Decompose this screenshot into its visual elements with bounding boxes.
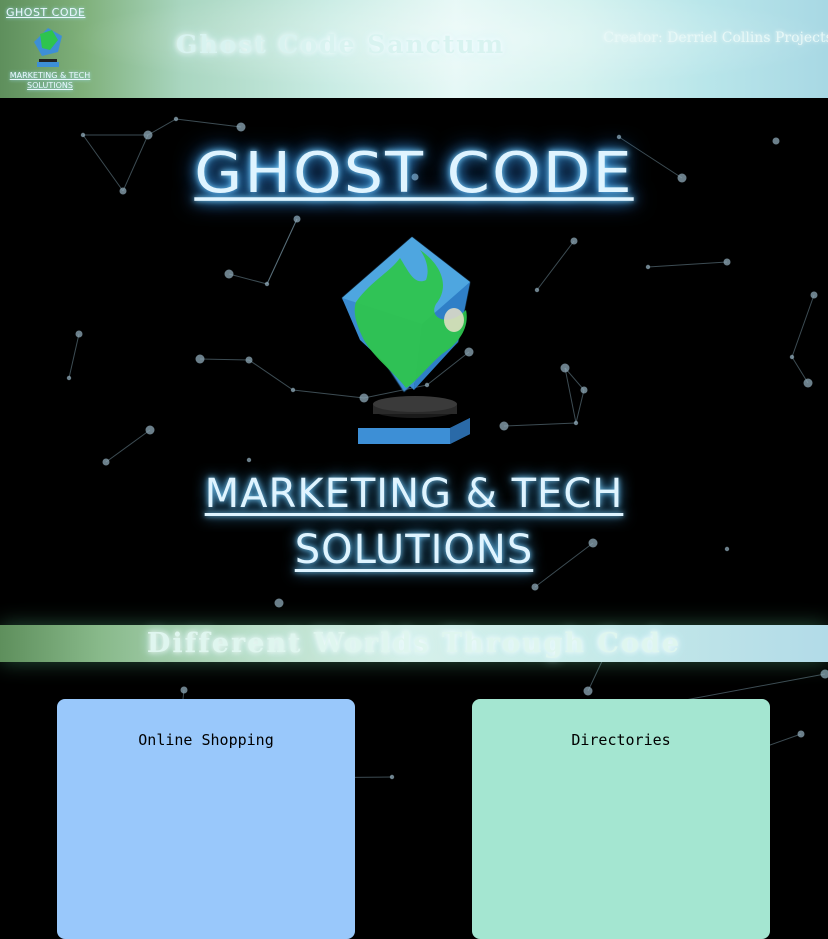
network-node [646,265,650,269]
cube-logo-icon [30,26,66,70]
network-node [821,670,828,679]
network-node [535,288,539,292]
cube-logo-icon [330,232,500,452]
network-node [811,292,818,299]
card-title: Online Shopping [57,731,355,749]
network-node [103,459,110,466]
hero-title-text: GHOST CODE [194,140,633,206]
network-node [146,426,155,435]
network-node [265,282,269,286]
brand-name: GHOST CODE [6,6,85,19]
network-node [790,355,794,359]
brand-tagline: MARKETING & TECH SOLUTIONS [4,71,96,91]
creator-credit: Creator: Derriel Collins Projects [598,27,828,49]
network-node [724,259,731,266]
hero-title: GHOST CODE [0,136,828,209]
card-online-shopping[interactable]: Online Shopping [57,699,355,939]
network-node [532,584,539,591]
network-link [648,262,727,267]
network-link [504,423,576,426]
network-node [246,357,253,364]
network-node [76,331,83,338]
network-node [181,687,188,694]
network-node [798,731,805,738]
network-link [249,360,293,390]
network-link [537,241,574,290]
network-link [565,368,576,423]
network-node [804,379,813,388]
network-link [576,390,584,423]
network-node [500,422,509,431]
network-link [792,357,808,383]
network-node [294,216,301,223]
network-link [176,119,241,127]
network-link [106,430,150,462]
network-node [174,117,178,121]
network-node [237,123,246,132]
network-link [267,219,297,284]
site-header: GHOST CODE MARKETING & TECH SOLUTIONS Gh… [0,0,828,98]
network-link [200,359,249,360]
network-node [561,364,570,373]
network-link [792,295,814,357]
hero-subtitle: MARKETING & TECH SOLUTIONS [160,466,668,578]
network-node [291,388,295,392]
network-node [196,355,205,364]
network-node [725,547,729,551]
tagline-text: Different Worlds Through Code [0,625,828,662]
network-node [275,599,284,608]
network-node [574,421,578,425]
network-node [581,387,588,394]
brand-logo-block[interactable]: GHOST CODE MARKETING & TECH SOLUTIONS [0,0,96,98]
site-title: Ghost Code Sanctum [176,30,505,59]
network-node [584,687,593,696]
network-node [67,376,71,380]
card-title: Directories [472,731,770,749]
tagline-band: Different Worlds Through Code [0,625,828,662]
network-node [390,775,394,779]
network-link [69,334,79,378]
network-node [247,458,251,462]
card-directories[interactable]: Directories [472,699,770,939]
network-link [229,274,267,284]
network-link [267,219,297,284]
network-node [225,270,234,279]
network-node [571,238,578,245]
network-link [148,119,176,135]
network-link [565,368,584,390]
